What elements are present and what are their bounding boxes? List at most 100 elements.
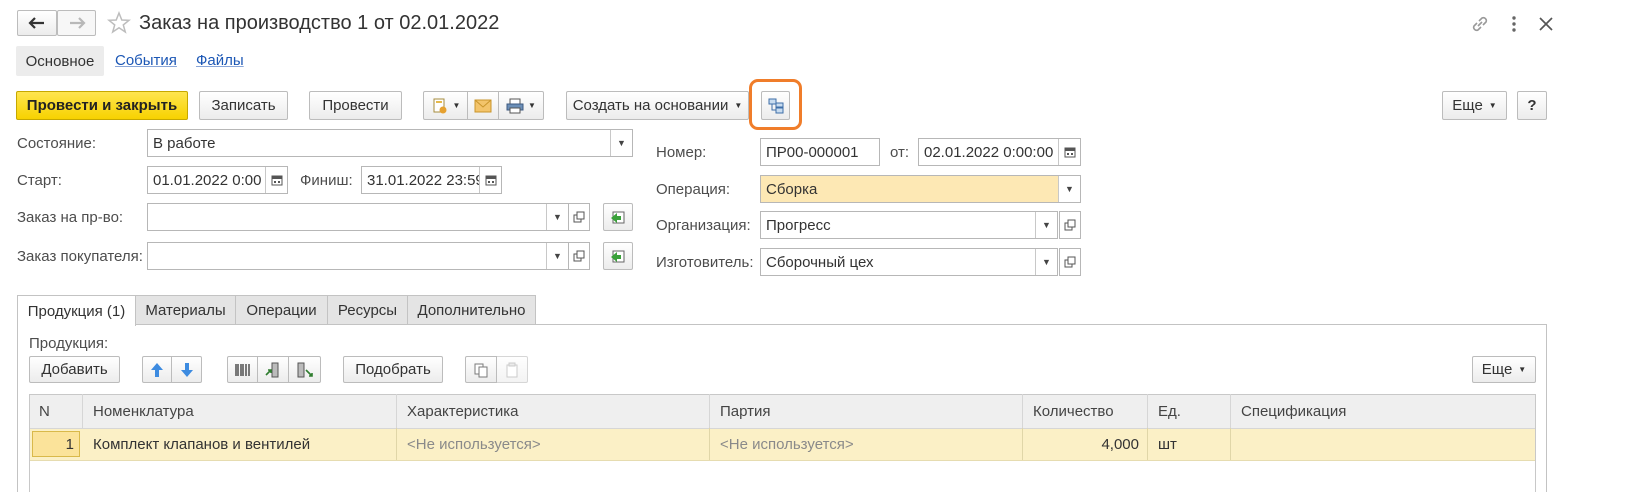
chevron-down-icon[interactable]: ▼ [1058, 176, 1080, 202]
fill-production-order-button[interactable] [603, 203, 633, 231]
open-icon[interactable] [568, 203, 590, 231]
date-field[interactable]: 02.01.2022 0:00:00 [918, 138, 1081, 166]
tab-resources[interactable]: Ресурсы [327, 295, 408, 325]
chevron-down-icon[interactable]: ▼ [1035, 249, 1057, 275]
link-icon[interactable] [1470, 14, 1490, 34]
fill-customer-order-button[interactable] [603, 242, 633, 270]
post-and-close-button[interactable]: Провести и закрыть [16, 91, 188, 120]
tab-products-label: Продукция (1) [27, 302, 126, 320]
copy-icon [474, 363, 488, 377]
row-number-value: 1 [65, 435, 74, 453]
cell-specification[interactable] [1231, 428, 1534, 460]
state-field[interactable]: В работе ▼ [147, 129, 633, 157]
tab-main[interactable]: Основное [16, 46, 104, 76]
fill-icon [611, 250, 625, 263]
calendar-icon[interactable] [1058, 139, 1080, 165]
products-more-button[interactable]: Еще ▼ [1472, 356, 1536, 383]
production-order-field[interactable]: ▼ [147, 203, 569, 231]
structure-button[interactable] [761, 91, 790, 120]
scanner-export-button[interactable] [288, 356, 321, 383]
email-button[interactable] [467, 91, 499, 120]
print-dropdown-button[interactable]: ▼ [498, 91, 544, 120]
column-header-n[interactable]: N [29, 394, 83, 428]
forward-button[interactable] [57, 10, 96, 36]
more-button[interactable]: Еще ▼ [1442, 91, 1507, 120]
save-label: Записать [211, 97, 276, 114]
open-icon[interactable] [568, 242, 590, 270]
organization-field[interactable]: Прогресс ▼ [760, 211, 1058, 239]
cell-characteristic[interactable]: <Не используется> [397, 428, 710, 460]
envelope-icon [474, 99, 492, 112]
tab-materials[interactable]: Материалы [135, 295, 236, 325]
more-vertical-icon[interactable] [1508, 14, 1520, 34]
row-number-cell[interactable]: 1 [32, 431, 80, 457]
calendar-icon[interactable] [265, 167, 287, 193]
copy-button[interactable] [465, 356, 497, 383]
back-button[interactable] [17, 10, 57, 36]
printer-icon [506, 98, 524, 113]
pick-button[interactable]: Подобрать [343, 356, 443, 383]
add-button[interactable]: Добавить [29, 356, 120, 383]
chevron-down-icon: ▼ [452, 101, 461, 110]
operation-field[interactable]: Сборка ▼ [760, 175, 1081, 203]
arrow-down-icon [180, 362, 193, 377]
scanner-import-button[interactable] [257, 356, 289, 383]
tab-additional[interactable]: Дополнительно [407, 295, 536, 325]
column-header-quantity[interactable]: Количество [1023, 394, 1148, 428]
state-value: В работе [153, 134, 216, 152]
cell-quantity[interactable]: 4,000 [1023, 428, 1148, 460]
window-title: Заказ на производство 1 от 02.01.2022 [139, 12, 500, 34]
products-more-label: Еще [1481, 361, 1513, 378]
move-up-button[interactable] [142, 356, 172, 383]
organization-label: Организация: [656, 217, 751, 234]
start-date-value: 01.01.2022 0:00 [153, 171, 262, 189]
chevron-down-icon[interactable]: ▼ [546, 204, 568, 230]
column-header-specification[interactable]: Спецификация [1231, 394, 1534, 428]
tab-operations[interactable]: Операции [235, 295, 328, 325]
start-date-field[interactable]: 01.01.2022 0:00 [147, 166, 288, 194]
tab-products[interactable]: Продукция (1) [17, 295, 136, 326]
column-header-unit[interactable]: Ед. [1148, 394, 1231, 428]
number-field[interactable]: ПР00-000001 [760, 138, 880, 166]
barcode-icon [234, 363, 250, 376]
column-header-batch[interactable]: Партия [710, 394, 1023, 428]
customer-order-label: Заказ покупателя: [17, 248, 143, 265]
column-header-nomenclature[interactable]: Номенклатура [83, 394, 397, 428]
help-button[interactable]: ? [1517, 91, 1547, 120]
maker-label: Изготовитель: [656, 254, 754, 271]
close-icon[interactable] [1536, 14, 1556, 34]
tab-events[interactable]: События [115, 52, 177, 69]
favorite-star-icon[interactable] [106, 10, 132, 35]
chevron-down-icon[interactable]: ▼ [610, 130, 632, 156]
date-value: 02.01.2022 0:00:00 [924, 143, 1054, 161]
create-based-on-button[interactable]: Создать на основании ▼ [566, 91, 749, 120]
tab-operations-label: Операции [246, 302, 317, 319]
save-button[interactable]: Записать [199, 91, 288, 120]
tab-files[interactable]: Файлы [196, 52, 244, 69]
maker-field[interactable]: Сборочный цех ▼ [760, 248, 1058, 276]
move-down-button[interactable] [171, 356, 202, 383]
finish-label: Финиш: [300, 172, 353, 189]
open-icon[interactable] [1059, 211, 1081, 239]
calendar-icon[interactable] [479, 167, 501, 193]
tab-materials-label: Материалы [145, 302, 226, 319]
document-dropdown-button[interactable]: ▼ [423, 91, 468, 120]
chevron-down-icon[interactable]: ▼ [546, 243, 568, 269]
column-header-characteristic[interactable]: Характеристика [397, 394, 710, 428]
number-label: Номер: [656, 144, 707, 161]
cell-unit[interactable]: шт [1148, 428, 1231, 460]
finish-date-field[interactable]: 31.01.2022 23:59 [361, 166, 502, 194]
fill-icon [611, 211, 625, 224]
number-value: ПР00-000001 [766, 143, 859, 161]
production-order-label: Заказ на пр-во: [17, 209, 124, 226]
open-icon[interactable] [1059, 248, 1081, 276]
customer-order-field[interactable]: ▼ [147, 242, 569, 270]
maker-value: Сборочный цех [766, 253, 874, 271]
chevron-down-icon[interactable]: ▼ [1035, 212, 1057, 238]
barcode-button[interactable] [227, 356, 258, 383]
cell-nomenclature[interactable]: Комплект клапанов и вентилей [83, 428, 397, 460]
paste-button[interactable] [496, 356, 528, 383]
cell-batch[interactable]: <Не используется> [710, 428, 1023, 460]
arrow-right-icon [69, 17, 86, 29]
post-button[interactable]: Провести [309, 91, 402, 120]
